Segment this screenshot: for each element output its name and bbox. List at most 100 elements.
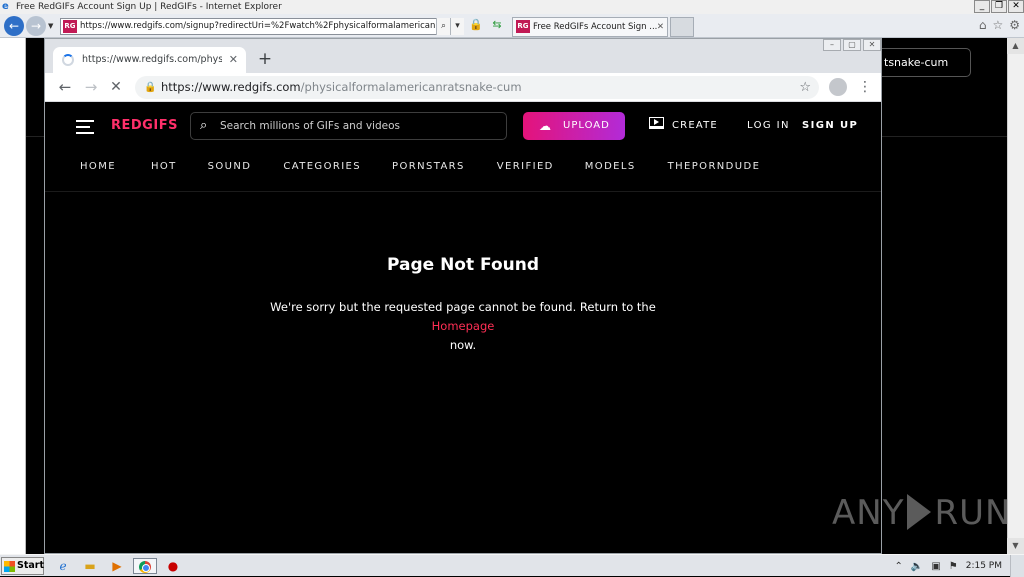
ie-scrollbar[interactable] xyxy=(1007,38,1024,554)
ie-back-icon[interactable]: ← xyxy=(4,16,24,36)
tab-close-icon[interactable]: ✕ xyxy=(229,47,238,73)
not-found-text-end: now. xyxy=(449,338,477,352)
ie-toolbar: ← → ▼ RG https://www.redgifs.com/signup?r… xyxy=(0,14,1024,38)
page-not-found-title: Page Not Found xyxy=(386,255,540,275)
nav-divider xyxy=(45,191,881,192)
media-player-icon[interactable]: ▶ xyxy=(106,558,128,574)
behind-divider xyxy=(882,136,1007,137)
ie-address-bar[interactable]: RG https://www.redgifs.com/signup?redirec… xyxy=(60,18,464,35)
signup-link[interactable]: SIGN UP xyxy=(802,116,858,136)
omnibox-url[interactable]: https://www.redgifs.com/physicalformalam… xyxy=(161,76,522,99)
favicon: RG xyxy=(516,20,530,33)
redgifs-page: REDGIFS ⌕ Search millions of GIFs and vi… xyxy=(45,102,881,553)
refresh-icon[interactable]: ⇆ xyxy=(488,18,506,35)
homepage-link[interactable]: Homepage xyxy=(432,319,495,333)
nav-item-pornstars[interactable]: PORNSTARS xyxy=(392,158,465,176)
profile-avatar-icon[interactable] xyxy=(829,78,847,96)
chrome-taskbar-button[interactable] xyxy=(133,558,157,574)
ie-tab-title: Free RedGIFs Account Sign ... xyxy=(533,22,658,32)
create-label: CREATE xyxy=(672,120,718,131)
ie-forward-icon[interactable]: → xyxy=(26,16,46,36)
omnibox[interactable]: 🔒 https://www.redgifs.com/physicalformal… xyxy=(135,76,819,99)
network-icon[interactable]: ▣ xyxy=(931,561,940,572)
system-tray: ⌃ 🔈 ▣ ⚑ 2:15 PM xyxy=(894,555,1024,577)
folder-icon[interactable]: ▬ xyxy=(79,558,101,574)
favorites-star-icon[interactable]: ☆ xyxy=(992,18,1003,32)
ie-logo-icon: e xyxy=(2,1,9,12)
login-link[interactable]: LOG IN xyxy=(747,116,790,136)
stop-loading-icon[interactable]: ✕ xyxy=(105,76,127,98)
chrome-tab[interactable]: https://www.redgifs.com/physicalfor ✕ xyxy=(53,47,246,73)
play-icon xyxy=(907,494,932,530)
nav-item-sound[interactable]: SOUND xyxy=(208,158,252,176)
maximize-icon[interactable]: ▢ xyxy=(843,39,861,51)
tab-close-icon[interactable]: ✕ xyxy=(657,18,664,36)
scroll-up-icon[interactable]: ▲ xyxy=(1007,38,1024,54)
gear-icon[interactable]: ⚙ xyxy=(1009,18,1020,32)
scroll-down-icon[interactable]: ▼ xyxy=(1007,538,1024,554)
ie-new-tab-button[interactable] xyxy=(670,17,694,37)
page-not-found-message: We're sorry but the requested page canno… xyxy=(238,298,688,355)
home-icon[interactable]: ⌂ xyxy=(979,18,987,32)
start-button[interactable]: Start xyxy=(1,557,44,575)
nav-item-verified[interactable]: VERIFIED xyxy=(497,158,554,176)
chrome-tab-title: https://www.redgifs.com/physicalfor xyxy=(82,54,222,65)
nav-item-home[interactable]: HOME xyxy=(80,158,116,176)
redgifs-logo[interactable]: REDGIFS xyxy=(111,118,178,133)
ie-history-dropdown-icon[interactable]: ▼ xyxy=(48,22,53,30)
nav-item-categories[interactable]: CATEGORIES xyxy=(283,158,361,176)
chrome-icon xyxy=(139,561,151,573)
create-button[interactable]: CREATE xyxy=(649,116,718,136)
tray-expand-icon[interactable]: ⌃ xyxy=(894,561,902,572)
upload-button[interactable]: ☁ UPLOAD xyxy=(523,112,625,140)
close-icon[interactable]: ✕ xyxy=(1008,0,1024,13)
ie-tab[interactable]: RG Free RedGIFs Account Sign ... ✕ xyxy=(512,17,668,37)
action-center-flag-icon[interactable]: ⚑ xyxy=(949,561,958,572)
watermark-right: RUN xyxy=(934,493,1012,533)
nav-item-hot[interactable]: HOT xyxy=(151,158,177,176)
nav-item-models[interactable]: MODELS xyxy=(585,158,636,176)
speaker-icon[interactable]: 🔈 xyxy=(911,561,923,572)
search-input[interactable]: ⌕ Search millions of GIFs and videos xyxy=(190,112,507,140)
upload-label: UPLOAD xyxy=(563,120,610,131)
cloud-upload-icon: ☁ xyxy=(539,119,552,133)
not-found-text: We're sorry but the requested page canno… xyxy=(270,300,656,314)
chrome-window: https://www.redgifs.com/physicalfor ✕ + … xyxy=(44,38,882,554)
video-play-icon xyxy=(649,117,664,129)
lock-icon[interactable]: 🔒 xyxy=(144,76,156,99)
internet-explorer-icon[interactable]: ℯ xyxy=(52,558,74,574)
minimize-icon[interactable]: _ xyxy=(974,0,990,13)
back-arrow-icon[interactable]: ← xyxy=(54,76,76,98)
windows-taskbar: Start ℯ ▬ ▶ ● ⌃ 🔈 ▣ ⚑ 2:15 PM xyxy=(0,554,1024,577)
ie-page-left-panel xyxy=(0,38,26,554)
kebab-menu-icon[interactable]: ⋮ xyxy=(857,76,873,98)
ie-command-icons: ⌂ ☆ ⚙ xyxy=(979,18,1020,32)
restore-icon[interactable]: ❐ xyxy=(991,0,1007,13)
bookmark-star-icon[interactable]: ☆ xyxy=(799,76,811,99)
show-desktop-button[interactable] xyxy=(1010,555,1024,577)
ie-address-text[interactable]: https://www.redgifs.com/signup?redirectU… xyxy=(80,19,436,34)
favicon: RG xyxy=(63,20,77,33)
ie-window-controls: _ ❐ ✕ xyxy=(973,0,1024,14)
behind-page-button[interactable]: tsnake-cum xyxy=(876,48,971,77)
url-host: https://www.redgifs.com xyxy=(161,80,301,94)
start-label: Start xyxy=(17,560,45,571)
chrome-window-controls: – ▢ ✕ xyxy=(821,39,881,51)
windows-logo-icon xyxy=(4,561,15,572)
lock-icon[interactable]: 🔒 xyxy=(468,18,484,35)
url-path: /physicalformalamericanratsnake-cum xyxy=(300,80,522,94)
chevron-down-icon[interactable]: ▾ xyxy=(450,18,464,35)
nav-item-theporndude[interactable]: THEPORNDUDE xyxy=(668,158,761,176)
new-tab-plus-icon[interactable]: + xyxy=(255,49,275,69)
chrome-toolbar: ← → ✕ 🔒 https://www.redgifs.com/physical… xyxy=(45,73,881,102)
ie-address-buttons: ⌕ ▾ xyxy=(436,18,464,35)
alert-icon[interactable]: ● xyxy=(162,558,184,574)
hamburger-menu-icon[interactable] xyxy=(76,120,94,134)
ie-window-title: Free RedGIFs Account Sign Up | RedGIFs -… xyxy=(16,2,282,12)
anyrun-watermark: ANY RUN xyxy=(832,491,1011,535)
search-icon[interactable]: ⌕ xyxy=(436,18,450,35)
forward-arrow-icon[interactable]: → xyxy=(80,76,102,98)
minimize-icon[interactable]: – xyxy=(823,39,841,51)
clock[interactable]: 2:15 PM xyxy=(966,561,1002,571)
close-icon[interactable]: ✕ xyxy=(863,39,881,51)
